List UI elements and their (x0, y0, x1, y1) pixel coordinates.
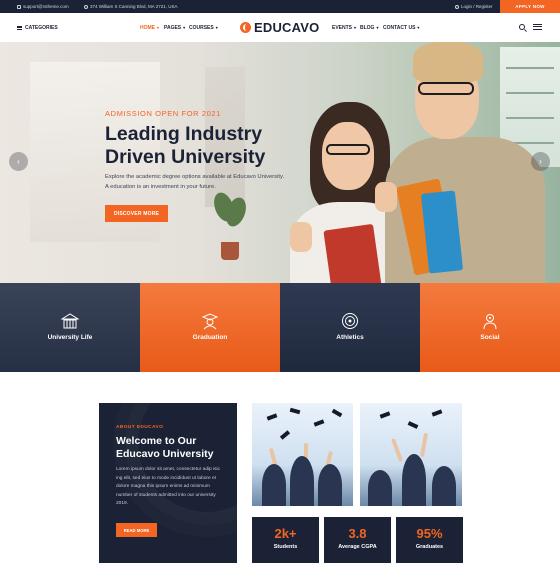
stat-average-cgpa: 3.8 Average CGPA (324, 517, 391, 563)
nav-courses[interactable]: COURSES ▾ (189, 13, 218, 42)
logo-text: EDUCAVO (254, 20, 320, 35)
hero-plant-image (210, 189, 250, 260)
stat-label: Graduates (415, 544, 444, 550)
hero-student-boy-image (375, 42, 550, 283)
hero-title: Leading Industry Driven University (105, 123, 266, 168)
stat-value: 3.8 (348, 526, 367, 541)
social-icon (483, 314, 497, 330)
about-title: Welcome to Our Educavo University (116, 435, 214, 460)
logo-icon (240, 22, 251, 33)
about-tag: ABOUT EDUCAVO (116, 425, 164, 430)
graduate-icon (201, 313, 219, 330)
nav-home[interactable]: HOME ▾ (140, 13, 159, 42)
login-text: Login / Register (461, 4, 493, 9)
chevron-down-icon: ▾ (183, 25, 186, 30)
category-label: Athletics (336, 334, 364, 341)
login-link[interactable]: Login / Register (455, 0, 493, 13)
chevron-down-icon: ▾ (376, 25, 379, 30)
category-social[interactable]: Social (420, 283, 560, 372)
discover-more-button[interactable]: DISCOVER MORE (105, 205, 168, 222)
page: support@rstheme.com 374 William S Cannin… (0, 0, 560, 580)
category-university-life[interactable]: University Life (0, 283, 140, 372)
category-label: Social (480, 334, 500, 341)
hero-description: Explore the academic degree options avai… (105, 174, 285, 190)
top-bar: support@rstheme.com 374 William S Cannin… (0, 0, 560, 13)
user-icon (455, 4, 459, 9)
email-contact[interactable]: support@rstheme.com (17, 0, 69, 13)
address-contact: 374 William S Canning Blvd, MA 2721, USA (84, 0, 178, 13)
category-strip: University Life Graduation Athletics Soc… (0, 283, 560, 372)
hamburger-icon (17, 25, 22, 30)
address-text: 374 William S Canning Blvd, MA 2721, USA (90, 4, 178, 9)
stat-label: Students (273, 544, 298, 550)
slider-prev-arrow-icon[interactable]: ‹ (9, 152, 28, 171)
nav-pages[interactable]: PAGES ▾ (164, 13, 185, 42)
stat-graduates: 95% Graduates (396, 517, 463, 563)
menu-icon[interactable] (533, 24, 542, 30)
logo[interactable]: EDUCAVO (240, 13, 319, 42)
nav-contact[interactable]: CONTACT US ▾ (383, 13, 419, 42)
nav-blog[interactable]: BLOG ▾ (360, 13, 378, 42)
stat-value: 95% (416, 526, 443, 541)
university-icon (61, 313, 79, 329)
stat-value: 2k+ (274, 526, 297, 541)
email-text: support@rstheme.com (23, 4, 69, 9)
stat-students: 2k+ Students (252, 517, 319, 563)
category-athletics[interactable]: Athletics (280, 283, 420, 372)
hero-slider: ADMISSION OPEN FOR 2021 Leading Industry… (0, 42, 560, 283)
chevron-down-icon: ▾ (417, 25, 420, 30)
hero-subtitle: ADMISSION OPEN FOR 2021 (105, 109, 221, 118)
chevron-down-icon: ▾ (157, 25, 160, 30)
graduation-photo-2 (360, 403, 462, 506)
slider-next-arrow-icon[interactable]: › (531, 152, 550, 171)
category-label: University Life (47, 334, 93, 341)
graduation-photo-1 (252, 403, 353, 506)
nav-events[interactable]: EVENTS ▾ (332, 13, 356, 42)
category-graduation[interactable]: Graduation (140, 283, 280, 372)
mail-icon (17, 4, 21, 9)
about-card: ABOUT EDUCAVO Welcome to Our Educavo Uni… (99, 403, 237, 563)
location-icon (84, 4, 88, 9)
chevron-down-icon: ▾ (215, 25, 218, 30)
categories-label: CATEGORIES (25, 24, 58, 31)
chevron-down-icon: ▾ (354, 25, 357, 30)
main-nav: CATEGORIES HOME ▾ PAGES ▾ COURSES ▾ EDUCAVO… (0, 13, 560, 42)
target-icon (342, 313, 358, 329)
stat-label: Average CGPA (338, 544, 377, 550)
apply-now-button[interactable]: APPLY NOW (500, 0, 560, 13)
read-more-button[interactable]: READ MORE (116, 523, 157, 537)
search-icon[interactable] (519, 24, 525, 30)
about-text: Lorem ipsum dolor sit amet, consectetur … (116, 467, 220, 506)
category-label: Graduation (192, 334, 228, 341)
categories-menu[interactable]: CATEGORIES (17, 13, 58, 42)
